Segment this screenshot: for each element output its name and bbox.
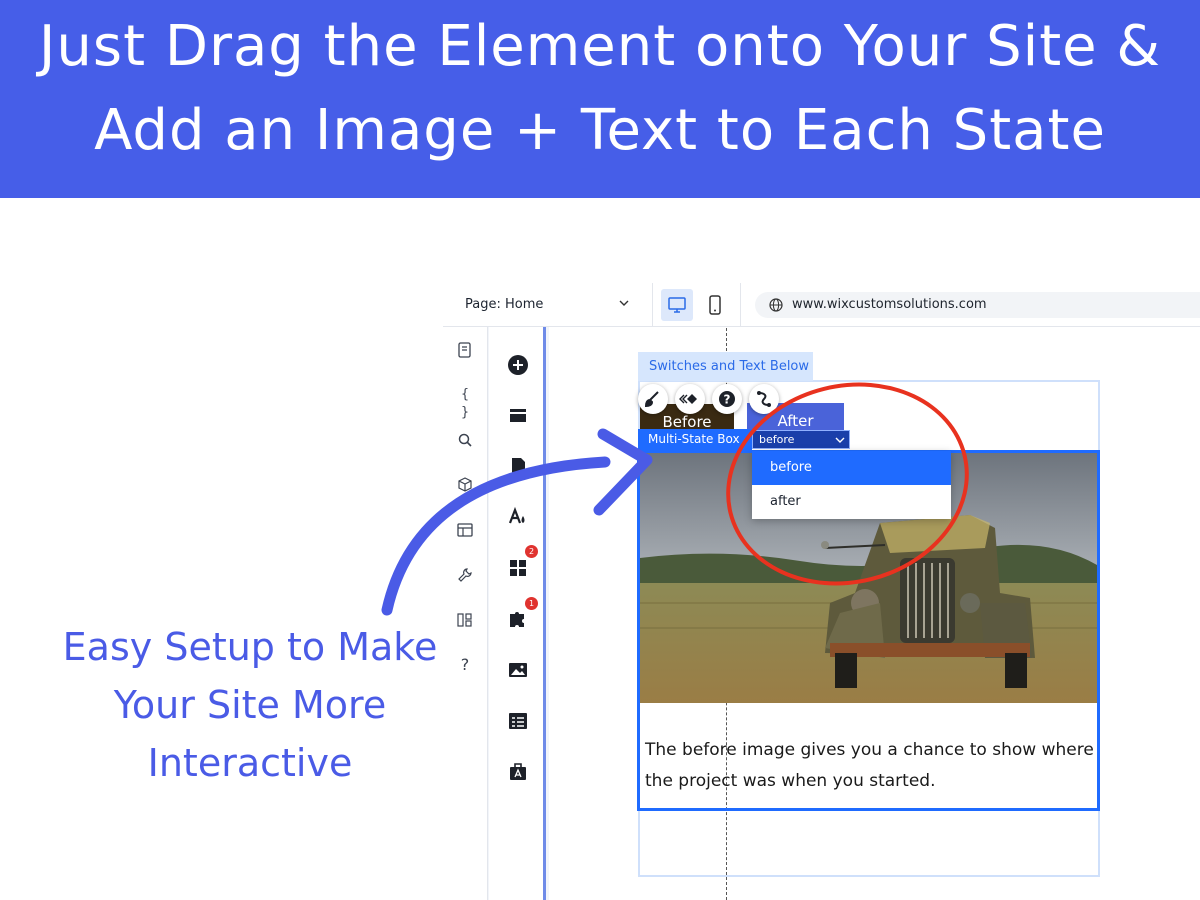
mobile-icon (709, 295, 721, 315)
caption-line-3: Interactive (147, 741, 353, 785)
image-icon[interactable] (507, 659, 529, 681)
help-circle-icon: ? (719, 391, 735, 407)
body-text-line-2: the project was when you started. (645, 771, 936, 791)
code-icon[interactable]: { } (456, 386, 474, 420)
caption-line-1: Easy Setup to Make (62, 625, 438, 669)
pages-icon[interactable] (456, 341, 474, 359)
url-text: www.wixcustomsolutions.com (792, 297, 987, 312)
editor-top-bar: Page: Home www.wixcustomsolutions.com (443, 283, 1200, 327)
animation-tool-button[interactable] (675, 384, 705, 414)
svg-text:?: ? (724, 393, 731, 407)
portfolio-icon[interactable] (507, 761, 529, 783)
page-selector-label: Page: Home (465, 297, 544, 312)
desktop-icon (668, 297, 686, 313)
desktop-view-button[interactable] (661, 289, 693, 321)
url-field[interactable]: www.wixcustomsolutions.com (755, 292, 1200, 318)
help-tool-button[interactable]: ? (712, 384, 742, 414)
caption-line-2: Your Site More (113, 683, 387, 727)
page-selector[interactable]: Page: Home (443, 283, 653, 327)
banner-title-line-2: Add an Image + Text to Each State (94, 98, 1106, 163)
body-text-line-1: The before image gives you a chance to s… (645, 740, 1094, 760)
curved-arrow-icon (381, 428, 653, 616)
help-icon[interactable]: ? (456, 656, 474, 674)
header-banner: Just Drag the Element onto Your Site & A… (0, 0, 1200, 198)
brush-icon (644, 391, 659, 408)
banner-title-line-1: Just Drag the Element onto Your Site & (38, 14, 1162, 79)
caption-text: Easy Setup to Make Your Site More Intera… (30, 618, 470, 792)
cms-icon[interactable] (507, 710, 529, 732)
section-label[interactable]: Switches and Text Below (638, 352, 813, 381)
url-bar[interactable]: www.wixcustomsolutions.com (740, 283, 1200, 327)
animation-icon (679, 394, 697, 404)
globe-icon (769, 298, 783, 312)
design-tool-button[interactable] (638, 384, 668, 414)
mobile-view-button[interactable] (699, 289, 731, 321)
add-icon[interactable] (507, 354, 529, 376)
state-body-text[interactable]: The before image gives you a chance to s… (645, 735, 1095, 797)
chevron-down-icon (619, 300, 629, 306)
